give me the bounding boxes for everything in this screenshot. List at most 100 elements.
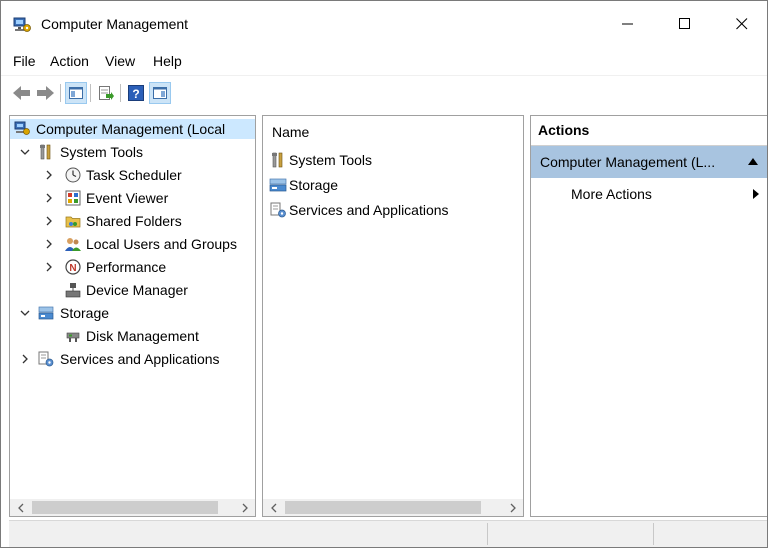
more-actions-label: More Actions: [571, 186, 652, 202]
tree-item-label: Event Viewer: [86, 190, 169, 206]
list-item-label: Storage: [289, 177, 339, 193]
tree-item-system-tools[interactable]: System Tools: [10, 141, 255, 163]
tree-item-local-users-and-groups[interactable]: Local Users and Groups: [10, 233, 255, 255]
results-list-pane[interactable]: Name System Tools Storage Services and A…: [262, 115, 524, 517]
scroll-left-icon[interactable]: [12, 499, 29, 516]
status-bar: [9, 520, 767, 547]
show-hide-action-pane-button[interactable]: [149, 82, 171, 104]
tree-item-label: System Tools: [60, 144, 143, 160]
tree-item-label: Local Users and Groups: [86, 236, 237, 252]
tree-item-storage[interactable]: Storage: [10, 302, 255, 324]
back-button[interactable]: [11, 82, 33, 104]
export-list-icon: [99, 86, 114, 100]
actions-group-label: Computer Management (L...: [540, 154, 716, 170]
toolbar: ?: [1, 75, 767, 108]
actions-pane: Actions Computer Management (L... More A…: [530, 115, 767, 517]
shared-folder-icon: [65, 216, 81, 228]
tree-item-performance[interactable]: N Performance: [10, 256, 255, 278]
status-bar-divider: [487, 523, 488, 545]
chevron-right-icon[interactable]: [43, 187, 55, 209]
list-item-label: Services and Applications: [289, 202, 449, 218]
menu-help[interactable]: Help: [153, 53, 182, 69]
chevron-right-icon[interactable]: [43, 233, 55, 255]
computer-management-window: Computer Management File Action View Hel…: [0, 0, 768, 548]
chevron-down-icon[interactable]: [19, 141, 31, 163]
scroll-right-icon[interactable]: [236, 499, 253, 516]
tree-item-label: Task Scheduler: [86, 167, 182, 183]
tree-item-computer-management[interactable]: Computer Management (Local: [10, 118, 255, 140]
tree-item-label: Computer Management (Local: [36, 121, 226, 137]
toolbar-separator: [90, 84, 91, 102]
menu-file[interactable]: File: [13, 53, 36, 69]
toolbar-separator: [60, 84, 61, 102]
action-pane-icon: [153, 87, 167, 99]
console-tree-pane[interactable]: Computer Management (Local System Tools …: [9, 115, 256, 517]
maximize-button[interactable]: [662, 7, 708, 41]
scrollbar-thumb[interactable]: [32, 501, 218, 514]
services-and-applications-icon: [38, 351, 54, 367]
tree-item-device-manager[interactable]: Device Manager: [10, 279, 255, 301]
console-tree-icon: [69, 87, 83, 99]
help-icon: ?: [128, 85, 144, 101]
chevron-right-icon[interactable]: [19, 348, 31, 370]
tree-item-label: Disk Management: [86, 328, 199, 344]
forward-arrow-icon: [37, 86, 54, 100]
title-bar[interactable]: Computer Management: [1, 1, 767, 46]
clock-icon: [65, 167, 81, 183]
close-button[interactable]: [719, 7, 765, 41]
menu-action[interactable]: Action: [50, 53, 89, 69]
svg-text:?: ?: [132, 87, 139, 101]
forward-button[interactable]: [35, 82, 57, 104]
actions-group-computer-management[interactable]: Computer Management (L...: [531, 146, 767, 178]
event-viewer-icon: [65, 190, 81, 206]
status-bar-divider: [653, 523, 654, 545]
system-tools-icon: [40, 144, 51, 160]
chevron-down-icon[interactable]: [19, 302, 31, 324]
maximize-icon: [679, 18, 690, 29]
minimize-icon: [622, 23, 633, 25]
chevron-right-icon[interactable]: [43, 164, 55, 186]
chevron-right-icon[interactable]: [43, 256, 55, 278]
show-hide-console-tree-button[interactable]: [65, 82, 87, 104]
computer-management-icon: [13, 17, 31, 32]
scroll-left-icon[interactable]: [265, 499, 282, 516]
tree-item-label: Shared Folders: [86, 213, 182, 229]
scroll-right-icon[interactable]: [504, 499, 521, 516]
tree-item-label: Device Manager: [86, 282, 188, 298]
tree-item-disk-management[interactable]: Disk Management: [10, 325, 255, 347]
menu-bar: File Action View Help: [1, 46, 767, 74]
svg-text:N: N: [69, 263, 76, 274]
actions-title: Actions: [538, 122, 590, 138]
device-manager-icon: [65, 283, 81, 298]
export-list-button[interactable]: [95, 82, 117, 104]
collapse-up-icon[interactable]: [748, 158, 758, 165]
menu-view[interactable]: View: [105, 53, 135, 69]
more-actions-item[interactable]: More Actions: [531, 178, 767, 208]
close-icon: [736, 18, 748, 30]
computer-management-icon: [14, 121, 30, 135]
actions-header: Actions: [531, 116, 767, 146]
tree-item-task-scheduler[interactable]: Task Scheduler: [10, 164, 255, 186]
tree-item-label: Performance: [86, 259, 167, 275]
storage-icon: [269, 178, 287, 192]
toolbar-separator: [120, 84, 121, 102]
tree-item-shared-folders[interactable]: Shared Folders: [10, 210, 255, 232]
tree-item-label: Services and Applications: [60, 351, 220, 367]
tree-horizontal-scrollbar[interactable]: [10, 499, 255, 516]
system-tools-icon: [272, 152, 283, 168]
performance-icon: N: [65, 259, 81, 275]
services-and-applications-icon: [270, 202, 286, 218]
storage-icon: [38, 306, 54, 320]
tree-item-services-and-applications[interactable]: Services and Applications: [10, 348, 255, 370]
list-item-label: System Tools: [289, 152, 372, 168]
back-arrow-icon: [13, 86, 30, 100]
help-button[interactable]: ?: [125, 82, 147, 104]
tree-item-label: Storage: [60, 305, 110, 321]
disk-management-icon: [66, 332, 80, 342]
chevron-right-icon[interactable]: [43, 210, 55, 232]
scrollbar-thumb[interactable]: [285, 501, 481, 514]
tree-item-event-viewer[interactable]: Event Viewer: [10, 187, 255, 209]
column-header-name[interactable]: Name: [272, 124, 309, 140]
minimize-button[interactable]: [605, 7, 651, 41]
list-horizontal-scrollbar[interactable]: [263, 499, 523, 516]
